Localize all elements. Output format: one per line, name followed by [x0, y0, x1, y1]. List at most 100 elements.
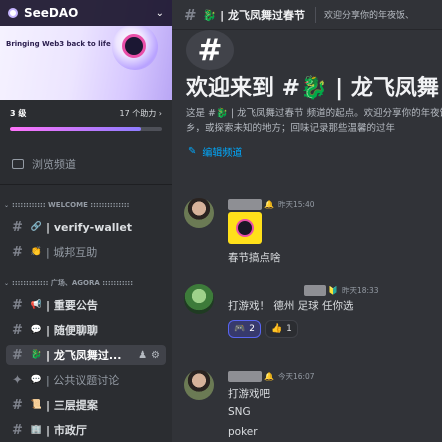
username-redacted[interactable]: [228, 198, 262, 210]
message: 🔔 今天16:07 打游戏吧 SNG poker: [184, 370, 442, 442]
channel-topic[interactable]: 欢迎分享你的年夜饭、: [324, 8, 414, 21]
dragon-icon: 🐉: [30, 350, 43, 360]
boost-count: 17 个助力 ›: [119, 109, 162, 118]
reaction-thumbs-up[interactable]: 👍 1: [264, 320, 298, 338]
thumbs-up-icon: 👍: [270, 324, 283, 334]
browse-channels-icon: [12, 159, 24, 169]
message-text: 打游戏！ 德州 足球 任你选: [228, 300, 354, 312]
channel-sidebar: Bringing Web3 back to life SeeDAO ⌄ 3 级 …: [0, 0, 172, 442]
boost-progress[interactable]: 3 级 17 个助力 ›: [0, 100, 172, 148]
timestamp: 昨天15:40: [277, 199, 315, 209]
avatar[interactable]: [184, 198, 214, 228]
avatar[interactable]: [184, 284, 214, 314]
channel-tools: ♟ ⚙: [138, 350, 160, 361]
game-controller-icon: 🎮: [234, 324, 246, 334]
welcome-title: 欢迎来到 #🐉 | 龙飞凤舞: [186, 76, 439, 101]
hash-icon: #: [12, 347, 23, 363]
chat-area: # 🐉 | 龙飞凤舞过春节 欢迎分享你的年夜饭、 # 欢迎来到 #🐉 | 龙飞凤…: [172, 0, 442, 442]
hash-icon: #: [12, 322, 23, 338]
chevron-down-icon: ⌄: [4, 201, 10, 209]
channel-name: | 龙飞凤舞过...: [46, 349, 122, 362]
channel-proposals[interactable]: # 📜 | 三层提案: [6, 395, 166, 415]
channel-name: | verify-wallet: [46, 220, 133, 234]
username-redacted[interactable]: [228, 370, 262, 382]
server-banner: Bringing Web3 back to life SeeDAO ⌄: [0, 0, 172, 100]
add-member-icon[interactable]: ♟: [138, 350, 147, 361]
forum-icon: ✦: [12, 372, 23, 388]
boost-bar: [10, 127, 162, 131]
channel-name: | 重要公告: [46, 299, 98, 312]
gear-icon[interactable]: ⚙: [151, 350, 160, 361]
category-label: ::::::::::::: 广场、AGORA :::::::::::: [12, 279, 134, 287]
reaction-count: 1: [286, 324, 292, 334]
message-header: 🔔 昨天15:40: [228, 198, 315, 210]
hash-icon: #: [12, 244, 23, 260]
channel-hash-icon: #: [186, 30, 234, 70]
channel-spring-festival[interactable]: # 🐉 | 龙飞凤舞过... ♟ ⚙: [6, 345, 166, 365]
server-header[interactable]: SeeDAO ⌄: [0, 0, 172, 26]
bell-icon: 🔔: [264, 199, 274, 209]
channel-public-discussion[interactable]: ✦ 💬 | 公共议题讨论: [6, 370, 166, 390]
channel-title: 🐉 | 龙飞凤舞过春节: [202, 8, 305, 22]
reaction-count: 2: [249, 324, 255, 334]
badge-icon: 🔰: [328, 285, 338, 295]
avatar[interactable]: [184, 370, 214, 400]
hash-icon: #: [12, 422, 23, 438]
message: 🔰 昨天18:33 打游戏！ 德州 足球 任你选 🎮 2 👍 1: [184, 284, 442, 344]
seedao-logo-icon: [236, 219, 254, 237]
hash-icon: #: [184, 5, 197, 24]
speech-bubble-icon: 💬: [30, 375, 43, 385]
channel-name: | 公共议题讨论: [46, 374, 120, 387]
channel-announcements[interactable]: # 📢 | 重要公告: [6, 295, 166, 315]
timestamp: 今天16:07: [277, 371, 315, 381]
edit-channel-link[interactable]: ✎ 编辑频道: [188, 144, 242, 159]
chevron-down-icon: ⌄: [4, 279, 10, 287]
category-welcome[interactable]: ⌄ :::::::::::: WELCOME ::::::::::::::: [0, 198, 172, 212]
header-divider: [314, 6, 316, 23]
server-tagline: Bringing Web3 back to life: [6, 40, 111, 48]
boost-level: 3 级: [10, 109, 27, 118]
announcement-icon: #: [12, 297, 23, 313]
hash-icon: #: [12, 397, 23, 413]
message-header: 🔔 今天16:07: [228, 370, 315, 382]
chevron-down-icon[interactable]: ⌄: [156, 8, 164, 19]
channel-city-hall[interactable]: # 🏢 | 市政厅: [6, 420, 166, 440]
channel-verify-wallet[interactable]: # 🔗 | verify-wallet: [6, 217, 166, 237]
message-text: poker: [228, 426, 258, 438]
channel-name: | 城邦互助: [46, 246, 98, 259]
boost-bar-fill: [10, 127, 141, 131]
channel-mutual-aid[interactable]: # 👏 | 城邦互助: [6, 242, 166, 262]
browse-channels-label: 浏览频道: [32, 158, 76, 171]
message-header: 🔰 昨天18:33: [304, 284, 379, 296]
category-label: :::::::::::: WELCOME ::::::::::::::: [12, 201, 130, 209]
sticker[interactable]: [228, 212, 262, 244]
sidebar-divider: [0, 184, 172, 185]
clap-icon: 👏: [30, 247, 43, 257]
banner-logo-art: [122, 34, 146, 58]
scroll-icon: 📜: [30, 400, 43, 410]
username-redacted[interactable]: [304, 284, 326, 296]
message-text: 春节搞点啥: [228, 252, 281, 264]
edit-channel-label: 编辑频道: [202, 148, 243, 159]
channel-name: | 市政厅: [46, 424, 87, 437]
reaction-game[interactable]: 🎮 2: [228, 320, 261, 338]
channel-chitchat[interactable]: # 💬 | 随便聊聊: [6, 320, 166, 340]
message-text: 打游戏吧: [228, 388, 270, 400]
server-logo-icon: [8, 8, 18, 18]
channel-header: # 🐉 | 龙飞凤舞过春节 欢迎分享你的年夜饭、: [172, 0, 442, 30]
server-name: SeeDAO: [24, 6, 79, 20]
reactions: 🎮 2 👍 1: [228, 320, 298, 338]
browse-channels-button[interactable]: 浏览频道: [0, 148, 172, 180]
building-icon: 🏢: [30, 425, 43, 435]
welcome-description: 这是 #🐉 | 龙飞凤舞过春节 频道的起点。欢迎分享你的年夜饭、家乡，或探索未知…: [186, 108, 442, 134]
link-icon: 🔗: [30, 222, 43, 232]
channel-name: | 三层提案: [46, 399, 98, 412]
channel-name: | 随便聊聊: [46, 324, 98, 337]
speech-bubble-icon: 💬: [30, 325, 43, 335]
pencil-icon: ✎: [188, 146, 197, 157]
category-agora[interactable]: ⌄ ::::::::::::: 广场、AGORA :::::::::::: [0, 276, 172, 290]
bell-icon: 🔔: [264, 371, 274, 381]
megaphone-icon: 📢: [30, 300, 43, 310]
timestamp: 昨天18:33: [341, 285, 379, 295]
message: 🔔 昨天15:40 春节搞点啥: [184, 198, 442, 268]
